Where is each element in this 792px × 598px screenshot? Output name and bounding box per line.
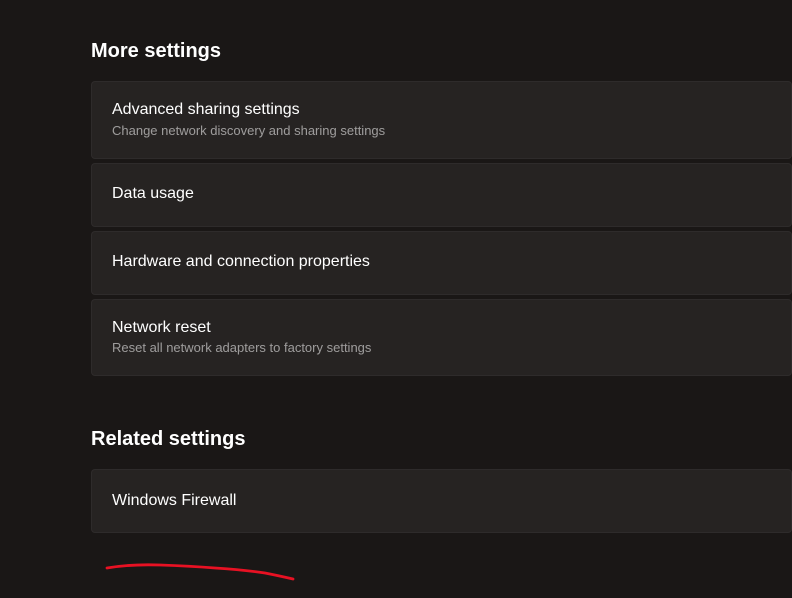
data-usage-item[interactable]: Data usage [91,163,792,227]
card-title: Windows Firewall [112,491,771,512]
card-subtitle: Change network discovery and sharing set… [112,123,771,140]
card-title: Advanced sharing settings [112,100,771,121]
advanced-sharing-settings-item[interactable]: Advanced sharing settings Change network… [91,81,792,159]
card-subtitle: Reset all network adapters to factory se… [112,340,771,357]
related-settings-heading: Related settings [91,428,792,451]
windows-firewall-item[interactable]: Windows Firewall [91,469,792,533]
more-settings-heading: More settings [91,40,792,63]
network-reset-item[interactable]: Network reset Reset all network adapters… [91,299,792,377]
hand-drawn-underline-annotation [105,560,295,587]
card-title: Data usage [112,184,771,205]
card-title: Network reset [112,318,771,339]
card-title: Hardware and connection properties [112,252,771,273]
hardware-connection-properties-item[interactable]: Hardware and connection properties [91,231,792,295]
